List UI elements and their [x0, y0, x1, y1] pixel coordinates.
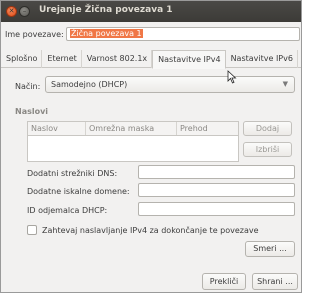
connection-name-input[interactable]: Žična povezava 1	[66, 27, 300, 41]
dhcp-client-id-label: ID odjemalca DHCP:	[27, 206, 108, 215]
column-gateway[interactable]: Prehod	[177, 122, 238, 135]
dns-servers-input[interactable]	[138, 165, 295, 179]
method-label: Način:	[15, 82, 41, 91]
search-domains-label: Dodatne iskalne domene:	[27, 187, 130, 196]
dhcp-client-id-input[interactable]	[138, 202, 295, 216]
connection-name-value: Žična povezava 1	[70, 29, 143, 38]
minimize-window-button[interactable]: –	[19, 6, 30, 17]
require-ipv4-checkbox[interactable]	[27, 225, 37, 235]
mouse-pointer-icon	[227, 70, 237, 84]
tab-ipv4-settings[interactable]: Nastavitve IPv4	[152, 50, 226, 69]
save-button[interactable]: Shrani ...	[252, 273, 298, 290]
connection-name-label: Ime povezave:	[5, 29, 64, 39]
require-ipv4-label: Zahtevaj naslavljanje IPv4 za dokončanje…	[42, 225, 259, 235]
tab-general[interactable]: Splošno	[1, 50, 43, 68]
search-domains-input[interactable]	[138, 183, 295, 197]
connection-editor-window: ✕ – Urejanje Žična povezava 1 Ime poveza…	[0, 0, 302, 293]
require-ipv4-row: Zahtevaj naslavljanje IPv4 za dokončanje…	[27, 225, 259, 235]
method-select[interactable]: Samodejno (DHCP) ▼	[45, 76, 295, 93]
window-title: Urejanje Žična povezava 1	[39, 5, 173, 15]
tab-ethernet[interactable]: Eternet	[42, 50, 82, 68]
dns-servers-label: Dodatni strežniki DNS:	[27, 169, 118, 178]
connection-name-row: Ime povezave:	[5, 27, 64, 41]
remove-address-button[interactable]: Izbriši	[243, 142, 292, 157]
addresses-section-title: Naslovi	[15, 107, 49, 116]
chevron-down-icon: ▼	[282, 80, 288, 88]
routes-button[interactable]: Smeri ...	[245, 241, 295, 257]
tab-ipv6-settings[interactable]: Nastavitve IPv6	[226, 50, 298, 68]
method-value: Samodejno (DHCP)	[51, 80, 128, 89]
tab-8021x-security[interactable]: Varnost 802.1x	[82, 50, 153, 68]
addresses-table-header: Naslov Omrežna maska Prehod	[28, 122, 238, 136]
settings-tabs: Splošno Eternet Varnost 802.1x Nastavitv…	[1, 50, 301, 69]
add-address-button[interactable]: Dodaj	[243, 121, 292, 136]
addresses-table[interactable]: Naslov Omrežna maska Prehod	[27, 121, 239, 162]
title-bar: ✕ – Urejanje Žična povezava 1	[1, 1, 301, 22]
cancel-button[interactable]: Prekliči	[202, 273, 246, 290]
column-address[interactable]: Naslov	[28, 122, 86, 135]
close-window-button[interactable]: ✕	[6, 6, 17, 17]
column-netmask[interactable]: Omrežna maska	[86, 122, 177, 135]
